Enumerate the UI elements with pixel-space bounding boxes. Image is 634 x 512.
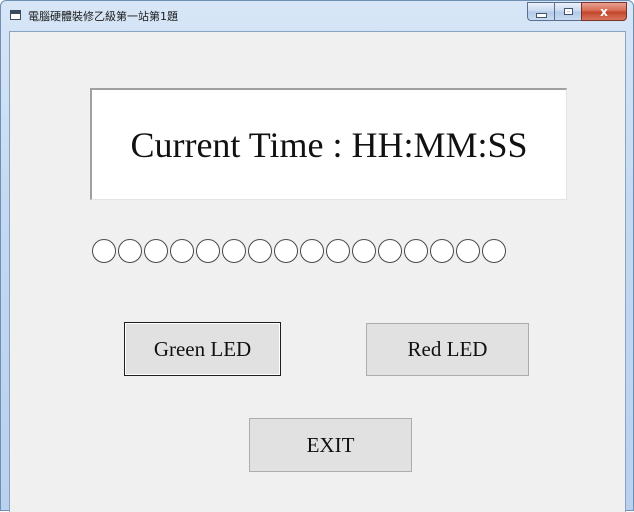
form-client-area: Current Time : HH:MM:SS Green LED Red LE…	[9, 31, 626, 512]
led-indicator	[456, 239, 480, 263]
led-indicator	[326, 239, 350, 263]
led-indicator	[274, 239, 298, 263]
title-bar[interactable]: 電腦硬體裝修乙級第一站第1題 x	[1, 1, 633, 32]
led-indicator	[404, 239, 428, 263]
close-button[interactable]: x	[581, 2, 627, 21]
led-indicator	[196, 239, 220, 263]
led-indicator	[92, 239, 116, 263]
led-indicator	[144, 239, 168, 263]
maximize-button[interactable]	[554, 2, 581, 21]
close-icon: x	[600, 4, 608, 19]
green-led-button[interactable]: Green LED	[124, 322, 281, 376]
app-window: 電腦硬體裝修乙級第一站第1題 x Current Time : HH:MM:SS…	[0, 0, 634, 512]
led-indicator	[118, 239, 142, 263]
led-indicator	[430, 239, 454, 263]
window-title: 電腦硬體裝修乙級第一站第1題	[28, 10, 178, 23]
maximize-icon	[563, 8, 573, 15]
time-display-box: Current Time : HH:MM:SS	[90, 88, 567, 200]
led-indicator	[170, 239, 194, 263]
led-indicator	[482, 239, 506, 263]
led-indicator	[300, 239, 324, 263]
app-window-icon[interactable]	[10, 10, 21, 20]
led-indicator	[378, 239, 402, 263]
led-indicator	[222, 239, 246, 263]
current-time-label: Current Time : HH:MM:SS	[130, 124, 528, 165]
window-controls: x	[527, 2, 627, 21]
red-led-button[interactable]: Red LED	[366, 323, 529, 376]
led-indicator	[352, 239, 376, 263]
led-indicator	[248, 239, 272, 263]
minimize-icon	[535, 12, 547, 18]
minimize-button[interactable]	[527, 2, 554, 21]
exit-button[interactable]: EXIT	[249, 418, 412, 472]
led-indicator-row	[92, 239, 506, 263]
